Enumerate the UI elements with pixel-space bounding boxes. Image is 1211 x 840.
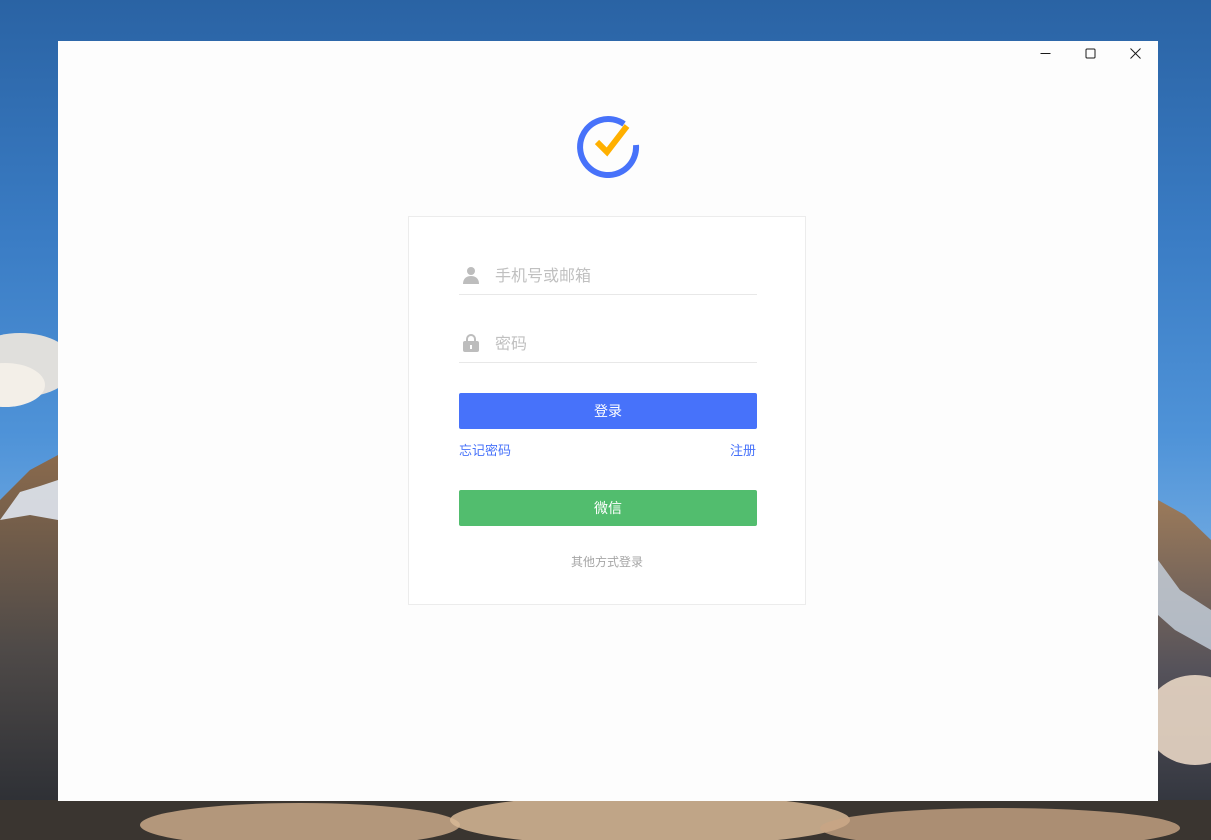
wechat-login-button[interactable]: 微信 [459, 490, 757, 526]
account-field [459, 251, 757, 295]
minimize-button[interactable] [1023, 41, 1068, 65]
maximize-button[interactable] [1068, 41, 1113, 65]
register-link[interactable]: 注册 [730, 440, 756, 459]
forgot-password-link[interactable]: 忘记密码 [459, 440, 511, 459]
minimize-icon [1040, 52, 1051, 54]
app-window: 登录 忘记密码 注册 微信 其他方式登录 [58, 41, 1158, 801]
desktop-background: 登录 忘记密码 注册 微信 其他方式登录 [0, 0, 1211, 840]
login-card: 登录 忘记密码 注册 微信 其他方式登录 [408, 216, 806, 605]
password-input[interactable] [495, 327, 745, 359]
lock-icon [463, 334, 479, 352]
window-controls [1023, 41, 1158, 65]
user-icon [463, 267, 479, 284]
other-login-methods-link[interactable]: 其他方式登录 [409, 553, 805, 570]
maximize-icon [1085, 48, 1096, 58]
checkmark-circle-logo [577, 116, 640, 178]
password-field [459, 319, 757, 363]
account-input[interactable] [495, 259, 745, 291]
close-button[interactable] [1113, 41, 1158, 65]
close-icon [1130, 47, 1141, 59]
login-button[interactable]: 登录 [459, 393, 757, 429]
